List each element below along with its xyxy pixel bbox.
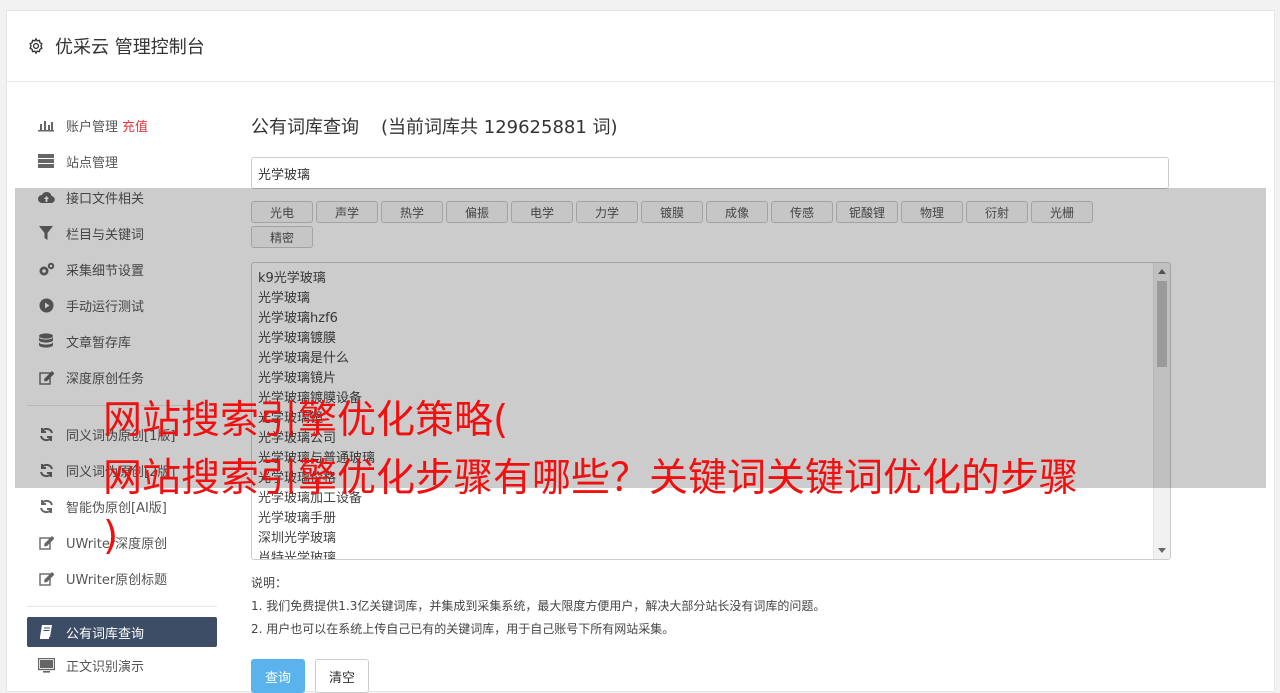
query-button[interactable]: 查询	[251, 659, 305, 693]
button-row: 查询 清空	[251, 659, 1171, 693]
sidebar-item-public-lexicon[interactable]: 公有词库查询	[27, 617, 217, 647]
sidebar-item-label: 账户管理	[66, 119, 119, 135]
sidebar-item-label: 站点管理	[66, 155, 119, 171]
notes-line: 2. 用户也可以在系统上传自己已有的关键词库，用于自己账号下所有网站采集。	[251, 622, 675, 636]
notes-line: 1. 我们免费提供1.3亿关键词库，并集成到采集系统，最大限度方便用户，解决大部…	[251, 599, 826, 613]
sidebar-item-account[interactable]: 账户管理 充值	[27, 107, 217, 143]
sidebar-item-label: 公有词库查询	[66, 626, 145, 642]
clear-button[interactable]: 清空	[315, 659, 369, 693]
scroll-down-arrow-icon[interactable]	[1158, 548, 1166, 553]
watermark-line-3: )	[103, 514, 119, 559]
edit-icon	[37, 533, 55, 551]
watermark-line-2: 网站搜索引擎优化步骤有哪些？关键词关键词优化的步骤	[103, 456, 1079, 501]
sidebar-item-body-recognition[interactable]: 正文识别演示	[27, 647, 217, 683]
bar-chart-icon	[37, 116, 55, 134]
recharge-link[interactable]: 充值	[122, 116, 148, 135]
page-header-title: 优采云 管理控制台	[55, 37, 205, 58]
watermark-text: 网站搜索引擎优化策略( 网站搜索引擎优化步骤有哪些？关键词关键词优化的步骤 )	[103, 392, 1078, 566]
sidebar-item-sites[interactable]: 站点管理	[27, 143, 217, 179]
sidebar-item-label: UWriter原创标题	[66, 572, 168, 588]
sidebar-item-label: 正文识别演示	[66, 659, 145, 675]
server-icon	[37, 152, 55, 170]
notes-heading: 说明：	[251, 576, 288, 590]
edit-icon	[37, 569, 55, 587]
header: 优采云 管理控制台	[7, 11, 1274, 82]
page-title: 公有词库查询 (当前词库共 129625881 词)	[251, 113, 1171, 143]
notes: 说明： 1. 我们免费提供1.3亿关键词库，并集成到采集系统，最大限度方便用户，…	[251, 572, 1171, 641]
monitor-icon	[37, 656, 55, 674]
refresh-icon	[37, 497, 55, 515]
lexicon-count: (当前词库共 129625881 词)	[381, 117, 618, 138]
page-title-text: 公有词库查询	[251, 117, 359, 138]
watermark-line-1: 网站搜索引擎优化策略(	[103, 398, 509, 443]
keyword-search-input[interactable]	[251, 157, 1169, 189]
gear-icon	[27, 37, 45, 55]
book-icon	[37, 623, 55, 641]
sidebar-divider	[27, 606, 217, 607]
